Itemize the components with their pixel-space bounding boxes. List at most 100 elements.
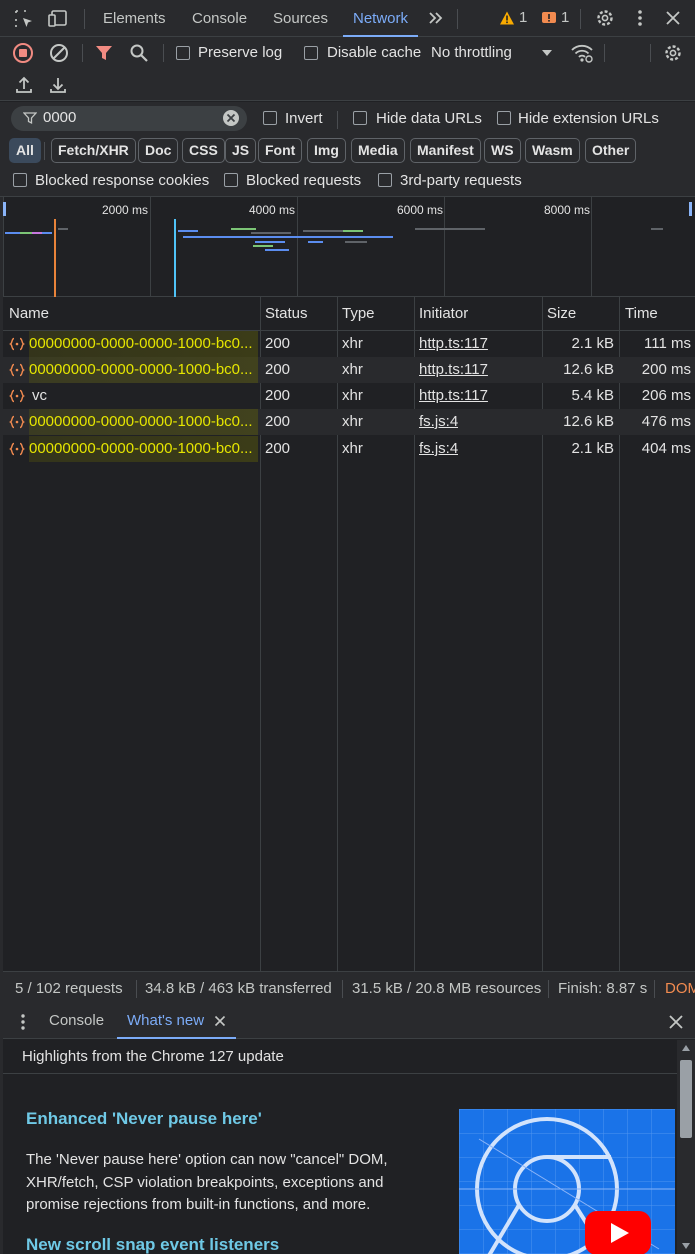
- video-thumbnail[interactable]: [459, 1109, 675, 1254]
- hide-extension-urls-checkbox[interactable]: [497, 111, 511, 125]
- error-icon[interactable]: [541, 10, 557, 26]
- throttling-select[interactable]: No throttling: [431, 44, 512, 61]
- close-drawer-icon[interactable]: [667, 1013, 685, 1031]
- network-settings-icon[interactable]: [663, 43, 683, 63]
- clear-icon[interactable]: [48, 42, 70, 64]
- request-initiator-link[interactable]: fs.js:4: [419, 436, 458, 462]
- network-conditions-icon[interactable]: [570, 42, 594, 64]
- search-icon[interactable]: [129, 43, 149, 63]
- timeline-bar: [265, 249, 289, 251]
- request-initiator-link[interactable]: http.ts:117: [419, 383, 488, 409]
- import-har-icon[interactable]: [14, 75, 34, 95]
- timeline-bar: [183, 236, 393, 238]
- filter-icon[interactable]: [94, 43, 114, 63]
- request-type: xhr: [342, 440, 363, 457]
- type-filter-js[interactable]: JS: [225, 138, 257, 163]
- timeline-bar: [231, 228, 256, 230]
- filter-input[interactable]: 0000: [43, 109, 76, 126]
- hide-data-urls-checkbox[interactable]: [353, 111, 367, 125]
- request-size: 12.6 kB: [563, 413, 614, 430]
- request-status: 200: [265, 361, 291, 378]
- type-filter-wasm[interactable]: Wasm: [525, 138, 580, 163]
- table-row[interactable]: 00000000-0000-0000-1000-bc0... 200 xhr h…: [3, 357, 695, 383]
- inspect-element-icon[interactable]: [13, 8, 35, 30]
- xhr-fetch-icon: [9, 441, 25, 457]
- hide-extension-urls-label: Hide extension URLs: [518, 110, 659, 127]
- column-header-status[interactable]: Status: [265, 297, 308, 331]
- more-options-icon[interactable]: [630, 8, 650, 28]
- filter-input-box[interactable]: 0000: [11, 106, 247, 131]
- request-size: 5.4 kB: [571, 387, 614, 404]
- invert-checkbox[interactable]: [263, 111, 277, 125]
- column-header-type[interactable]: Type: [342, 297, 375, 331]
- request-initiator-link[interactable]: http.ts:117: [419, 357, 488, 383]
- tab-sources[interactable]: Sources: [273, 0, 328, 37]
- tab-elements[interactable]: Elements: [103, 0, 166, 37]
- transferred-size: 34.8 kB / 463 kB transferred: [145, 980, 332, 997]
- request-time: 404 ms: [641, 440, 691, 457]
- scrollbar-thumb[interactable]: [680, 1060, 692, 1138]
- type-filter-css[interactable]: CSS: [182, 138, 225, 163]
- overview-left-handle[interactable]: [3, 202, 6, 216]
- table-row[interactable]: 00000000-0000-0000-1000-bc0... 200 xhr f…: [3, 436, 695, 462]
- youtube-play-icon[interactable]: [583, 1209, 653, 1254]
- close-devtools-icon[interactable]: [664, 9, 682, 27]
- column-header-time[interactable]: Time: [625, 297, 658, 331]
- drawer-tab-whats-new[interactable]: What's new: [117, 1005, 237, 1039]
- third-party-requests-checkbox[interactable]: [378, 173, 392, 187]
- left-gutter: [0, 197, 3, 1254]
- type-filter-media[interactable]: Media: [351, 138, 405, 163]
- type-filter-manifest[interactable]: Manifest: [410, 138, 481, 163]
- more-tabs-icon[interactable]: [426, 8, 446, 28]
- table-row[interactable]: vc 200 xhr http.ts:117 5.4 kB 206 ms: [3, 383, 695, 409]
- xhr-fetch-icon: [9, 336, 25, 352]
- type-filter-all[interactable]: All: [9, 138, 41, 163]
- type-filter-other[interactable]: Other: [585, 138, 637, 163]
- column-header-name[interactable]: Name: [9, 297, 49, 331]
- column-header-size[interactable]: Size: [547, 297, 576, 331]
- timeline-bar: [178, 230, 198, 232]
- request-time: 206 ms: [641, 387, 691, 404]
- scroll-up-icon[interactable]: [682, 1045, 690, 1051]
- record-stop-icon[interactable]: [12, 42, 34, 64]
- drawer-scrollbar[interactable]: [677, 1040, 695, 1254]
- disable-cache-checkbox[interactable]: [304, 46, 318, 60]
- timeline-bar: [308, 241, 323, 243]
- tab-console[interactable]: Console: [192, 0, 247, 37]
- network-overview-timeline[interactable]: 2000 ms 4000 ms 6000 ms 8000 ms: [3, 197, 695, 297]
- table-row[interactable]: 00000000-0000-0000-1000-bc0... 200 xhr h…: [3, 331, 695, 357]
- request-initiator-link[interactable]: http.ts:117: [419, 331, 488, 357]
- scroll-down-icon[interactable]: [682, 1243, 690, 1249]
- blocked-requests-checkbox[interactable]: [224, 173, 238, 187]
- type-filter-doc[interactable]: Doc: [138, 138, 179, 163]
- drawer-menu-icon[interactable]: [15, 1013, 31, 1031]
- chevron-down-icon[interactable]: [541, 48, 553, 58]
- request-type: xhr: [342, 361, 363, 378]
- type-filter-ws[interactable]: WS: [484, 138, 521, 163]
- device-toolbar-icon[interactable]: [47, 8, 69, 30]
- column-header-initiator[interactable]: Initiator: [419, 297, 468, 331]
- close-tab-icon[interactable]: [214, 1015, 226, 1027]
- type-filter-img[interactable]: Img: [307, 138, 346, 163]
- request-status: 200: [265, 413, 291, 430]
- import-export-toolbar: [0, 69, 695, 101]
- table-row[interactable]: 00000000-0000-0000-1000-bc0... 200 xhr f…: [3, 409, 695, 435]
- drawer-tab-console[interactable]: Console: [49, 1005, 104, 1039]
- tab-network[interactable]: Network: [343, 0, 419, 37]
- article-title-link[interactable]: Enhanced 'Never pause here': [26, 1109, 262, 1129]
- timeline-bar: [251, 232, 291, 234]
- blocked-response-cookies-checkbox[interactable]: [13, 173, 27, 187]
- article-title-link[interactable]: New scroll snap event listeners: [26, 1235, 279, 1254]
- preserve-log-checkbox[interactable]: [176, 46, 190, 60]
- clear-filter-icon[interactable]: [222, 109, 240, 127]
- settings-gear-icon[interactable]: [595, 8, 615, 28]
- preserve-log-label: Preserve log: [198, 44, 283, 61]
- type-filter-font[interactable]: Font: [258, 138, 303, 163]
- hide-data-urls-label: Hide data URLs: [376, 110, 482, 127]
- export-har-icon[interactable]: [48, 75, 68, 95]
- type-filter-fetch-xhr[interactable]: Fetch/XHR: [51, 138, 136, 163]
- request-initiator-link[interactable]: fs.js:4: [419, 409, 458, 435]
- xhr-fetch-icon: [9, 414, 25, 430]
- warning-icon[interactable]: [499, 10, 515, 26]
- overview-right-handle[interactable]: [689, 202, 692, 216]
